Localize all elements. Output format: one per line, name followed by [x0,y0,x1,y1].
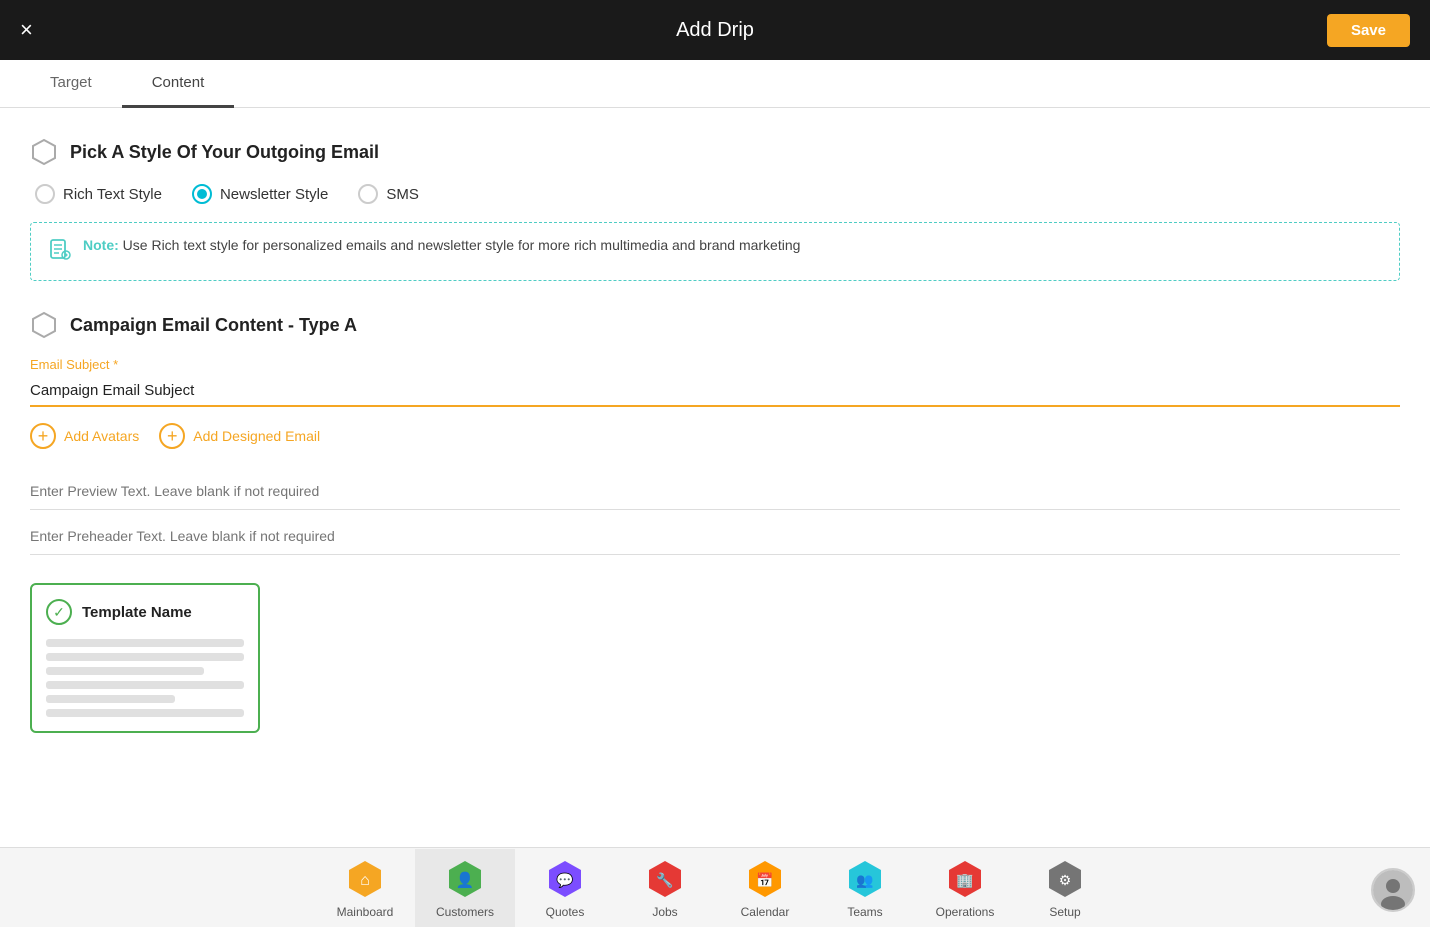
note-box: Note: Use Rich text style for personaliz… [30,222,1400,281]
bottom-nav: ⌂ Mainboard 👤 Customers 💬 [0,847,1430,927]
preheader-text-input[interactable] [30,518,1400,555]
email-subject-input[interactable] [30,376,1400,407]
quotes-label: Quotes [546,905,585,919]
jobs-icon: 🔧 [643,857,687,901]
note-text: Note: Use Rich text style for personaliz… [83,237,800,253]
radio-rich-text-circle [35,184,55,204]
template-line-6 [46,709,244,717]
style-section-header: Pick A Style Of Your Outgoing Email [30,138,1400,166]
nav-item-calendar[interactable]: 📅 Calendar [715,849,815,927]
note-icon [49,238,71,266]
add-buttons-group: + Add Avatars + Add Designed Email [30,423,1400,449]
header: × Add Drip Save [0,0,1430,60]
calendar-icon: 📅 [743,857,787,901]
setup-label: Setup [1049,905,1080,919]
add-avatars-button[interactable]: + Add Avatars [30,423,139,449]
style-section-icon [30,138,58,166]
customers-label: Customers [436,905,494,919]
customers-icon: 👤 [443,857,487,901]
svg-text:📅: 📅 [756,872,773,888]
profile-avatar[interactable] [1371,868,1415,912]
quotes-icon: 💬 [543,857,587,901]
mainboard-icon: ⌂ [343,857,387,901]
campaign-section: Campaign Email Content - Type A Email Su… [30,311,1400,563]
tabs-bar: Target Content [0,60,1430,108]
template-card-header: ✓ Template Name [46,599,244,625]
radio-rich-text[interactable]: Rich Text Style [35,184,162,204]
nav-item-mainboard[interactable]: ⌂ Mainboard [315,849,415,927]
operations-label: Operations [936,905,995,919]
svg-text:🏢: 🏢 [956,872,973,889]
svg-text:👥: 👥 [856,872,873,889]
nav-item-quotes[interactable]: 💬 Quotes [515,849,615,927]
radio-newsletter[interactable]: Newsletter Style [192,184,328,204]
add-designed-email-icon: + [159,423,185,449]
svg-text:⌂: ⌂ [360,872,370,889]
add-avatars-icon: + [30,423,56,449]
campaign-section-header: Campaign Email Content - Type A [30,311,1400,339]
style-section-title: Pick A Style Of Your Outgoing Email [70,142,379,163]
svg-text:🔧: 🔧 [656,871,673,889]
mainboard-label: Mainboard [337,905,394,919]
radio-sms[interactable]: SMS [358,184,419,204]
preview-text-input[interactable] [30,473,1400,510]
nav-items-group: ⌂ Mainboard 👤 Customers 💬 [315,849,1115,927]
template-card[interactable]: ✓ Template Name [30,583,260,733]
svg-text:💬: 💬 [556,872,574,889]
campaign-section-title: Campaign Email Content - Type A [70,315,357,336]
page-title: Add Drip [676,19,754,42]
template-check-icon: ✓ [46,599,72,625]
teams-label: Teams [847,905,882,919]
jobs-label: Jobs [652,905,677,919]
nav-item-operations[interactable]: 🏢 Operations [915,849,1015,927]
radio-sms-circle [358,184,378,204]
nav-item-setup[interactable]: ⚙ Setup [1015,849,1115,927]
template-preview-lines [46,639,244,717]
note-label: Note: [83,237,119,253]
teams-icon: 👥 [843,857,887,901]
campaign-section-icon [30,311,58,339]
radio-newsletter-circle [192,184,212,204]
save-button[interactable]: Save [1327,14,1410,47]
setup-icon: ⚙ [1043,857,1087,901]
style-radio-group: Rich Text Style Newsletter Style SMS [35,184,1400,204]
template-line-3 [46,667,204,675]
close-button[interactable]: × [20,17,33,43]
svg-text:👤: 👤 [456,871,475,889]
tab-target[interactable]: Target [20,60,122,108]
calendar-label: Calendar [741,905,790,919]
tab-content[interactable]: Content [122,60,235,108]
main-content: Pick A Style Of Your Outgoing Email Rich… [0,108,1430,840]
nav-item-teams[interactable]: 👥 Teams [815,849,915,927]
nav-item-jobs[interactable]: 🔧 Jobs [615,849,715,927]
template-line-5 [46,695,175,703]
template-name: Template Name [82,604,192,621]
svg-text:⚙: ⚙ [1059,872,1072,888]
template-line-2 [46,653,244,661]
email-subject-label: Email Subject * [30,357,1400,372]
nav-item-customers[interactable]: 👤 Customers [415,849,515,927]
add-designed-email-button[interactable]: + Add Designed Email [159,423,320,449]
operations-icon: 🏢 [943,857,987,901]
template-line-1 [46,639,244,647]
template-line-4 [46,681,244,689]
